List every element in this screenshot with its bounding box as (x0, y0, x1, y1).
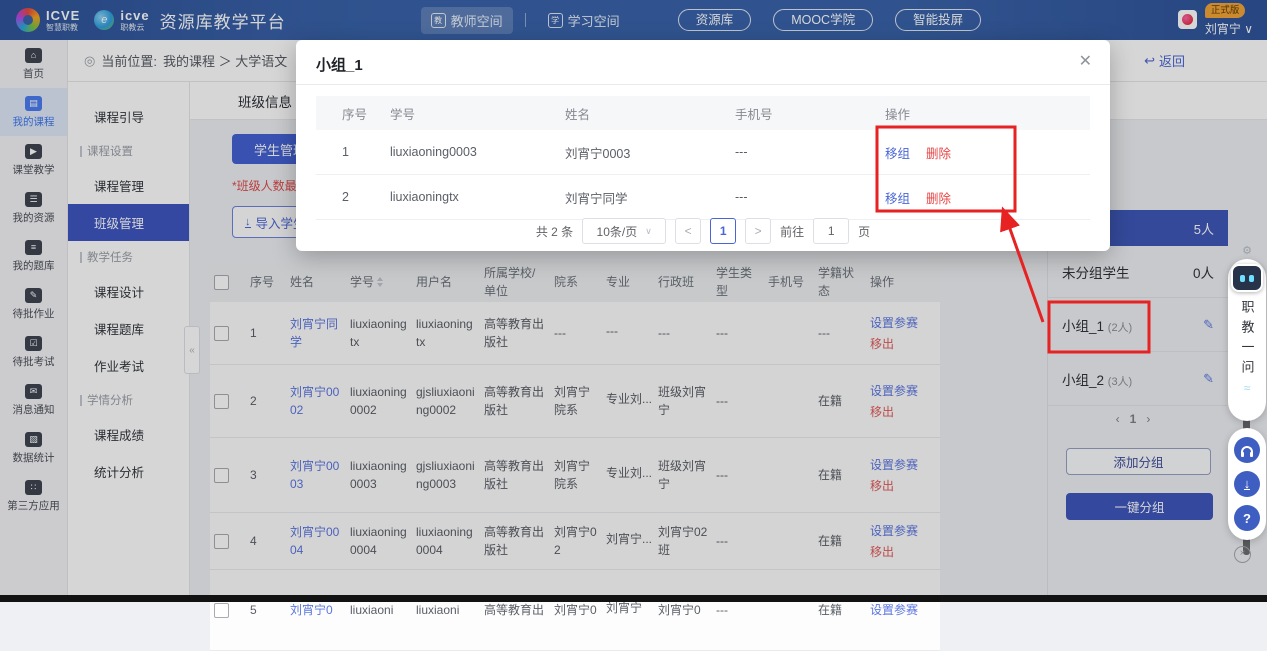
bottom-bar (0, 595, 1267, 602)
row-checkbox[interactable] (214, 603, 229, 618)
floating-toolbar: ↓ ? (1228, 428, 1266, 540)
next-page-button[interactable]: > (745, 218, 771, 244)
group-members-table: 序号学号姓名手机号操作1liuxiaoning0003刘宵宁0003---移组删… (316, 96, 1090, 220)
prev-page-button[interactable]: < (675, 218, 701, 244)
modal-column-学号: 学号 (386, 96, 561, 130)
chevron-down-icon: ∨ (645, 226, 652, 237)
goto-label: 前往 (780, 223, 804, 240)
group-detail-modal: 小组_1 ✕ 序号学号姓名手机号操作1liuxiaoning0003刘宵宁000… (296, 40, 1110, 251)
modal-table-row: 1liuxiaoning0003刘宵宁0003---移组删除 (316, 130, 1090, 175)
cell-actions: 移组删除 (881, 175, 1056, 219)
student-name-link[interactable]: 刘宵宁0 (290, 601, 333, 619)
page-size-select[interactable]: 10条/页∨ (582, 218, 666, 244)
modal-pagination: 共 2 条 10条/页∨ < 1 > 前往 页 (296, 218, 1110, 244)
cell-index: 2 (316, 175, 386, 219)
cell-index: 1 (316, 130, 386, 174)
cell-student-id: liuxiaoning0003 (386, 130, 561, 174)
modal-table-header: 序号学号姓名手机号操作 (316, 96, 1090, 130)
customer-service-button[interactable] (1234, 437, 1260, 463)
gear-icon: ⚙ (1242, 244, 1252, 257)
close-icon[interactable]: ✕ (1079, 51, 1092, 71)
download-button[interactable]: ↓ (1234, 471, 1260, 497)
modal-column-操作: 操作 (881, 96, 1056, 130)
robot-icon (1231, 264, 1263, 292)
cell-name: 刘宵宁0003 (561, 130, 731, 174)
download-icon: ↓ (1244, 478, 1251, 490)
cell-name: 刘宵宁同学 (561, 175, 731, 219)
goto-unit: 页 (858, 223, 870, 240)
cell-actions: 移组删除 (881, 130, 1056, 174)
set-contest-link[interactable]: 设置参赛 (870, 601, 918, 619)
move-group-link[interactable]: 移组 (885, 143, 910, 162)
wave-icon: ≈ (1244, 381, 1251, 395)
modal-column-序号: 序号 (316, 96, 386, 130)
cell-phone: --- (731, 175, 881, 219)
current-page-button[interactable]: 1 (710, 218, 736, 244)
modal-title: 小组_1 (316, 54, 363, 75)
total-count: 共 2 条 (536, 223, 573, 240)
goto-page-input[interactable] (813, 218, 849, 244)
delete-link[interactable]: 删除 (926, 143, 951, 162)
modal-column-姓名: 姓名 (561, 96, 731, 130)
move-group-link[interactable]: 移组 (885, 188, 910, 207)
delete-link[interactable]: 删除 (926, 188, 951, 207)
modal-column-手机号: 手机号 (731, 96, 881, 130)
assistant-label: 职教一问 (1238, 300, 1257, 380)
modal-table-row: 2liuxiaoningtx刘宵宁同学---移组删除 (316, 175, 1090, 220)
cell-student-id: liuxiaoningtx (386, 175, 561, 219)
headset-icon (1241, 446, 1253, 454)
assistant-widget[interactable]: ⚙ 职教一问 ≈ (1226, 244, 1267, 421)
cell-phone: --- (731, 130, 881, 174)
help-button[interactable]: ? (1234, 505, 1260, 531)
widget-close-button[interactable]: × (1234, 546, 1251, 563)
